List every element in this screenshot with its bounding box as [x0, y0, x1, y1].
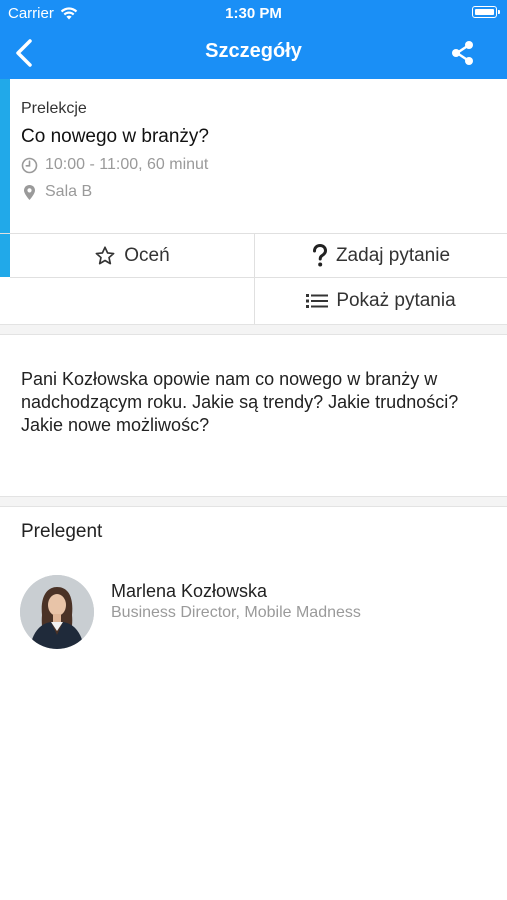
session-time-row: 10:00 - 11:00, 60 minut [21, 156, 208, 174]
session-title: Co nowego w branży? [21, 126, 209, 147]
page-title: Szczegóły [205, 40, 302, 62]
section-divider [0, 324, 507, 335]
screen: Carrier 1:30 PM Szczegóły Prelekcje Co n… [0, 0, 507, 900]
navigation-bar: Szczegóły [0, 28, 507, 79]
clock-icon [21, 157, 38, 173]
show-questions-label: Pokaż pytania [336, 290, 456, 311]
status-bar: Carrier 1:30 PM [0, 0, 507, 28]
speaker-name: Marlena Kozłowska [111, 581, 268, 601]
session-description: Pani Kozłowska opowie nam co nowego w br… [21, 369, 459, 435]
rate-label: Oceń [124, 244, 170, 266]
actions-grid: Oceń Zadaj pytanie Pokaż pytania [0, 234, 507, 324]
share-button[interactable] [449, 39, 477, 67]
speaker-avatar [20, 575, 94, 649]
session-room: Sala B [45, 183, 93, 200]
speaker-role: Business Director, Mobile Madness [111, 604, 361, 621]
section-divider [0, 496, 507, 507]
star-outline-icon [95, 245, 115, 264]
avatar-image [20, 575, 94, 649]
location-pin-icon [24, 184, 35, 200]
session-room-row: Sala B [21, 183, 92, 201]
session-header: Prelekcje Co nowego w branży? 10:00 - 11… [0, 79, 507, 234]
battery-icon [472, 6, 500, 18]
status-time: 1:30 PM [225, 5, 282, 22]
session-category: Prelekcje [21, 100, 87, 117]
share-icon [452, 41, 473, 65]
show-questions-button[interactable]: Pokaż pytania [255, 278, 507, 324]
ask-question-label: Zadaj pytanie [335, 244, 451, 266]
empty-action-cell [0, 278, 255, 324]
speaker-item[interactable]: Marlena Kozłowska Business Director, Mob… [20, 575, 490, 649]
rate-button[interactable]: Oceń [10, 234, 255, 278]
ask-question-button[interactable]: Zadaj pytanie [255, 234, 507, 278]
top-bar: Carrier 1:30 PM Szczegóły [0, 0, 507, 79]
list-icon [306, 294, 329, 308]
speaker-section-title: Prelegent [21, 521, 103, 542]
question-mark-icon [312, 243, 327, 266]
session-time: 10:00 - 11:00, 60 minut [45, 156, 209, 173]
